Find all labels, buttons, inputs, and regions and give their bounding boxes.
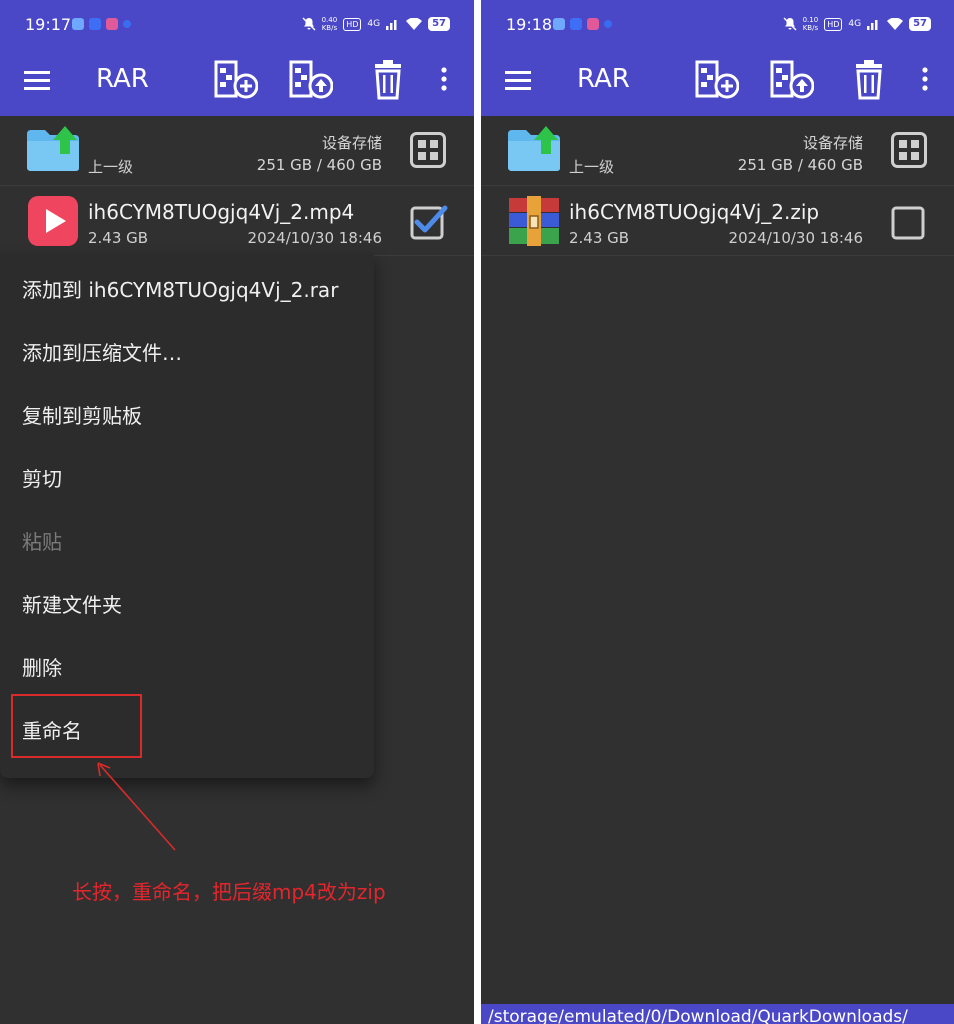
mute-bell-icon — [302, 17, 316, 31]
status-time: 19:17 — [25, 15, 72, 34]
net-speed: 0.40 KB/s — [321, 16, 338, 32]
menu-item-new-folder[interactable]: 新建文件夹 — [22, 589, 122, 618]
system-icons: 0.10 KB/s HD 4G 57 — [783, 16, 931, 32]
parent-folder-row[interactable]: 上一级 设备存储 251 GB / 460 GB — [0, 116, 474, 186]
storage-label: 设备存储 — [802, 134, 863, 152]
menu-icon[interactable] — [24, 68, 52, 92]
app-toolbar: RAR — [0, 44, 474, 116]
file-size: 2.43 GB — [569, 229, 630, 247]
status-bar: 19:18 0.10 KB/s HD 4G 57 — [481, 0, 954, 44]
checkbox-empty-icon[interactable] — [891, 202, 929, 240]
notification-icons — [72, 18, 131, 30]
file-row[interactable]: ih6CYM8TUOgjq4Vj_2.zip 2.43 GB 2024/10/3… — [481, 186, 954, 256]
right-screen: 19:18 0.10 KB/s HD 4G 57 RAR 上一级 设备存储 25… — [481, 0, 954, 1024]
file-date: 2024/10/30 18:46 — [728, 229, 863, 247]
dot-notification-icon — [604, 20, 612, 28]
app-toolbar: RAR — [481, 44, 954, 116]
file-name: ih6CYM8TUOgjq4Vj_2.zip — [569, 200, 820, 224]
extract-icon[interactable] — [770, 60, 814, 100]
storage-size: 251 GB / 460 GB — [256, 156, 382, 174]
add-to-archive-icon[interactable] — [214, 60, 258, 100]
trash-icon[interactable] — [367, 60, 411, 100]
mute-bell-icon — [783, 17, 797, 31]
app-notification-icon — [587, 18, 599, 30]
menu-item-copy-to-clipboard[interactable]: 复制到剪贴板 — [22, 400, 142, 429]
menu-item-add-to-archive[interactable]: 添加到压缩文件… — [22, 337, 182, 366]
app-notification-icon — [106, 18, 118, 30]
annotation-arrow-icon — [97, 762, 176, 851]
file-date: 2024/10/30 18:46 — [247, 229, 382, 247]
more-vert-icon[interactable] — [434, 60, 454, 100]
file-row[interactable]: ih6CYM8TUOgjq4Vj_2.mp4 2.43 GB 2024/10/3… — [0, 186, 474, 256]
menu-icon[interactable] — [505, 68, 533, 92]
status-time: 19:18 — [506, 15, 553, 34]
add-to-archive-icon[interactable] — [695, 60, 739, 100]
signal-label: 4G — [848, 19, 862, 29]
menu-item-add-to-rar[interactable]: 添加到 ih6CYM8TUOgjq4Vj_2.rar — [22, 274, 338, 303]
parent-folder-label: 上一级 — [88, 158, 134, 176]
dot-notification-icon — [123, 20, 131, 28]
status-bar: 19:17 0.40 KB/s HD 4G 57 — [0, 0, 474, 44]
grid-icon[interactable] — [891, 132, 927, 168]
trash-icon[interactable] — [848, 60, 892, 100]
extract-icon[interactable] — [289, 60, 333, 100]
battery-level: 57 — [909, 17, 931, 31]
signal-bars-icon — [867, 20, 878, 30]
video-file-icon — [28, 196, 78, 246]
battery-level: 57 — [428, 17, 450, 31]
wifi-icon — [887, 18, 904, 30]
folder-up-icon — [508, 126, 560, 171]
annotation-text: 长按，重命名，把后缀mp4改为zip — [72, 880, 386, 904]
more-vert-icon[interactable] — [915, 60, 935, 100]
path-bar: /storage/emulated/0/Download/QuarkDownlo… — [481, 1004, 954, 1024]
hd-badge: HD — [824, 17, 843, 31]
folder-up-icon — [27, 126, 79, 171]
app-notification-icon — [553, 18, 565, 30]
file-name: ih6CYM8TUOgjq4Vj_2.mp4 — [88, 200, 355, 224]
file-size: 2.43 GB — [88, 229, 149, 247]
net-speed: 0.10 KB/s — [802, 16, 819, 32]
menu-item-cut[interactable]: 剪切 — [22, 463, 62, 492]
signal-label: 4G — [367, 19, 381, 29]
wifi-icon — [406, 18, 423, 30]
app-notification-icon — [89, 18, 101, 30]
rename-highlight-box — [11, 694, 142, 758]
app-title: RAR — [577, 64, 630, 94]
checkbox-checked-icon[interactable] — [410, 202, 448, 240]
rar-archive-icon — [509, 196, 559, 246]
parent-folder-label: 上一级 — [569, 158, 615, 176]
menu-item-paste: 粘贴 — [22, 530, 62, 554]
system-icons: 0.40 KB/s HD 4G 57 — [302, 16, 450, 32]
storage-label: 设备存储 — [321, 134, 382, 152]
app-notification-icon — [570, 18, 582, 30]
app-notification-icon — [72, 18, 84, 30]
signal-bars-icon — [386, 20, 397, 30]
app-title: RAR — [96, 64, 149, 94]
parent-folder-row[interactable]: 上一级 设备存储 251 GB / 460 GB — [481, 116, 954, 186]
grid-icon[interactable] — [410, 132, 446, 168]
hd-badge: HD — [343, 17, 362, 31]
menu-item-delete[interactable]: 删除 — [22, 652, 62, 681]
notification-icons — [553, 18, 612, 30]
left-screen: 19:17 0.40 KB/s HD 4G 57 RAR 上一级 设备存储 25… — [0, 0, 474, 1024]
storage-size: 251 GB / 460 GB — [737, 156, 863, 174]
